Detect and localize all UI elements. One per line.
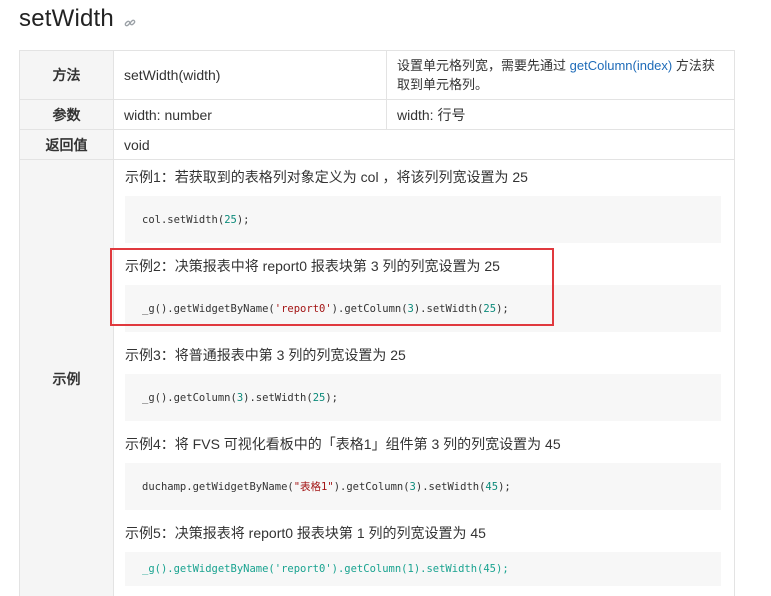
method-description: 设置单元格列宽，需要先通过 getColumn(index) 方法获取到单元格列… <box>386 50 735 100</box>
example-3-code[interactable]: _g().getColumn(3).setWidth(25); <box>125 374 721 421</box>
doc-page: setWidth 方法 setWidth(width) 设置单元格列宽，需要先通… <box>0 0 771 596</box>
example-4-code-d: ); <box>498 480 511 493</box>
example-5-title: 示例5：决策报表将 report0 报表块第 1 列的列宽设置为 45 <box>125 525 486 541</box>
example-4-code-a: duchamp.getWidgetByName( <box>142 480 294 493</box>
example-2-code-a: _g().getWidgetByName( <box>142 302 275 315</box>
example-2-code-str: 'report0' <box>274 302 332 315</box>
example-1-code[interactable]: col.setWidth(25); <box>125 196 721 243</box>
example-3-title: 示例3：将普通报表中第 3 列的列宽设置为 25 <box>125 347 406 363</box>
getcolumn-link[interactable]: getColumn(index) <box>570 58 673 73</box>
page-title: setWidth <box>19 5 114 32</box>
examples-label: 示例 <box>19 159 114 596</box>
param-row: 参数 width: number width: 行号 <box>19 99 735 130</box>
example-4-code[interactable]: duchamp.getWidgetByName("表格1").getColumn… <box>125 463 721 510</box>
examples-cell: 示例1：若获取到的表格列对象定义为 col ，将该列列宽设置为 25 col.s… <box>113 159 735 596</box>
example-1-code-post: ); <box>236 213 250 226</box>
example-1-code-num: 25 <box>224 213 237 226</box>
method-row: 方法 setWidth(width) 设置单元格列宽，需要先通过 getColu… <box>19 50 735 100</box>
example-4-code-str: "表格1" <box>293 481 334 493</box>
example-1-title: 示例1：若获取到的表格列对象定义为 col ，将该列列宽设置为 25 <box>125 169 528 185</box>
return-value: void <box>113 129 735 160</box>
return-row: 返回值 void <box>19 129 735 160</box>
example-3-code-num2: 25 <box>312 391 326 404</box>
example-2-code-d: ); <box>496 302 509 315</box>
return-label: 返回值 <box>19 129 114 160</box>
example-3-code-c: ); <box>325 391 339 404</box>
example-4-title: 示例4：将 FVS 可视化看板中的「表格1」组件第 3 列的列宽设置为 45 <box>125 436 561 452</box>
example-5-code-text: _g().getWidgetByName('report0').getColum… <box>142 563 509 575</box>
method-label: 方法 <box>19 50 114 100</box>
api-table: 方法 setWidth(width) 设置单元格列宽，需要先通过 getColu… <box>19 50 735 596</box>
example-4-code-num2: 45 <box>485 480 499 493</box>
param-description: width: 行号 <box>386 99 735 130</box>
example-5-code[interactable]: _g().getWidgetByName('report0').getColum… <box>125 552 721 586</box>
example-2-code-b: ).getColumn( <box>331 302 408 315</box>
method-desc-prefix: 设置单元格列宽，需要先通过 <box>397 58 567 73</box>
example-2-title: 示例2：决策报表中将 report0 报表块第 3 列的列宽设置为 25 <box>125 258 500 274</box>
examples-row: 示例 示例1：若获取到的表格列对象定义为 col ，将该列列宽设置为 25 co… <box>19 159 735 596</box>
method-value: setWidth(width) <box>113 50 387 100</box>
examples-container: 示例1：若获取到的表格列对象定义为 col ，将该列列宽设置为 25 col.s… <box>114 160 734 596</box>
example-3-code-b: ).setWidth( <box>243 391 313 404</box>
param-label: 参数 <box>19 99 114 130</box>
example-4-code-b: ).getColumn( <box>333 480 410 493</box>
example-2-code[interactable]: _g().getWidgetByName('report0').getColum… <box>125 285 721 332</box>
title-row: setWidth <box>19 4 136 34</box>
param-value: width: number <box>113 99 387 130</box>
example-1-code-pre: col.setWidth( <box>142 213 225 226</box>
link-anchor-icon[interactable] <box>124 16 136 28</box>
example-2-code-num2: 25 <box>483 302 497 315</box>
example-3-code-a: _g().getColumn( <box>142 391 237 404</box>
example-4-code-c: ).setWidth( <box>415 480 486 493</box>
example-2-code-c: ).setWidth( <box>413 302 484 315</box>
